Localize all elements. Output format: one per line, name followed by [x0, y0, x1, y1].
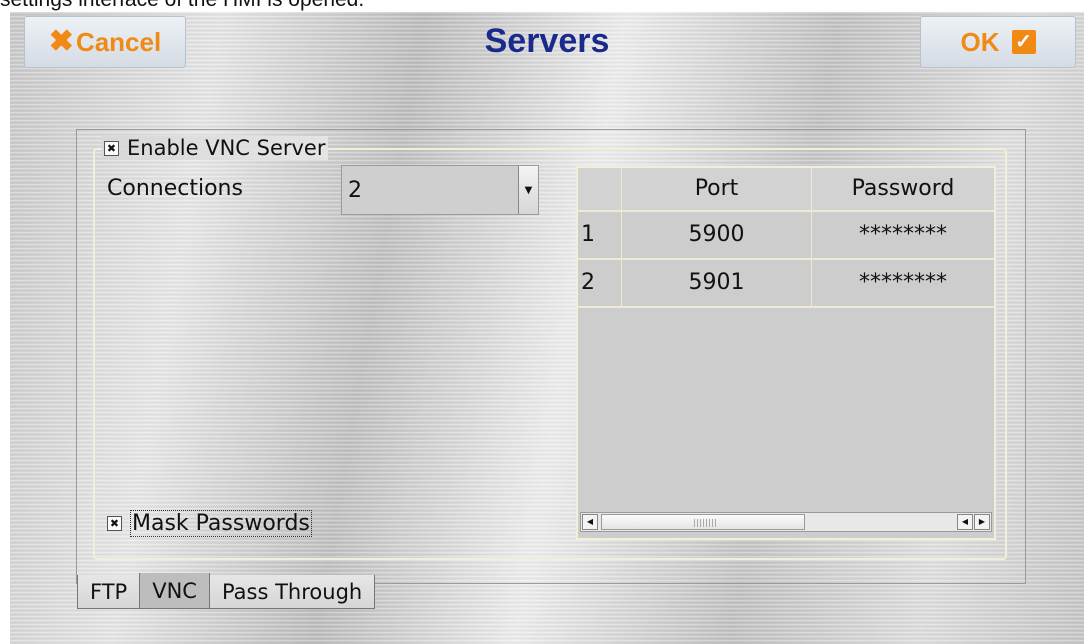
vnc-connections-table: Port Password 1 5900 ******** 2 5901 ***… [576, 166, 996, 540]
scroll-left-icon[interactable]: ◀ [582, 514, 598, 530]
settings-panel: ✖ Enable VNC Server Connections 2 ▼ Port… [76, 129, 1026, 584]
password-cell[interactable]: ******** [812, 260, 994, 308]
connections-dropdown[interactable]: 2 ▼ [341, 165, 539, 215]
row-index-cell: 2 [578, 260, 622, 308]
enable-vnc-check-icon: ✖ [104, 140, 119, 156]
table-header-row: Port Password [578, 168, 994, 212]
password-cell[interactable]: ******** [812, 212, 994, 260]
row-index-cell: 1 [578, 212, 622, 260]
tab-pass-through[interactable]: Pass Through [208, 575, 376, 609]
mask-passwords-checkbox[interactable]: ✖ Mask Passwords [107, 510, 312, 537]
table-row[interactable]: 2 5901 ******** [578, 260, 994, 308]
scroll-left-end-icon[interactable]: ◀ [957, 514, 973, 530]
connections-label: Connections [107, 176, 243, 201]
scrollbar-thumb[interactable] [601, 514, 805, 530]
column-header-password[interactable]: Password [812, 168, 994, 212]
enable-vnc-checkbox[interactable]: ✖ Enable VNC Server [102, 136, 328, 160]
port-cell[interactable]: 5901 [622, 260, 812, 308]
ok-button[interactable]: OK ✓ [920, 16, 1076, 68]
tab-bar: FTP VNC Pass Through [77, 573, 376, 609]
column-header-index [578, 168, 622, 212]
vnc-groupbox: ✖ Enable VNC Server Connections 2 ▼ Port… [93, 136, 1007, 560]
horizontal-scrollbar[interactable]: ◀ ◀ ▶ [580, 512, 992, 532]
ok-label: OK [960, 26, 1000, 57]
column-header-port[interactable]: Port [622, 168, 812, 212]
port-cell[interactable]: 5900 [622, 212, 812, 260]
scroll-right-icon[interactable]: ▶ [974, 514, 990, 530]
hmi-screen: ✖ Cancel Servers OK ✓ ✖ Enable VNC Serve… [10, 12, 1084, 644]
chevron-down-icon[interactable]: ▼ [518, 166, 538, 214]
tab-vnc[interactable]: VNC [139, 573, 210, 609]
table-row[interactable]: 1 5900 ******** [578, 212, 994, 260]
connections-value: 2 [348, 178, 362, 203]
mask-passwords-label: Mask Passwords [130, 510, 312, 537]
caption-text: settings interface of the HMI is opened. [0, 0, 364, 12]
tab-ftp[interactable]: FTP [77, 575, 141, 609]
mask-check-icon: ✖ [107, 516, 122, 531]
enable-vnc-label: Enable VNC Server [127, 136, 326, 160]
grip-icon [694, 519, 716, 527]
checkmark-icon: ✓ [1011, 30, 1036, 54]
